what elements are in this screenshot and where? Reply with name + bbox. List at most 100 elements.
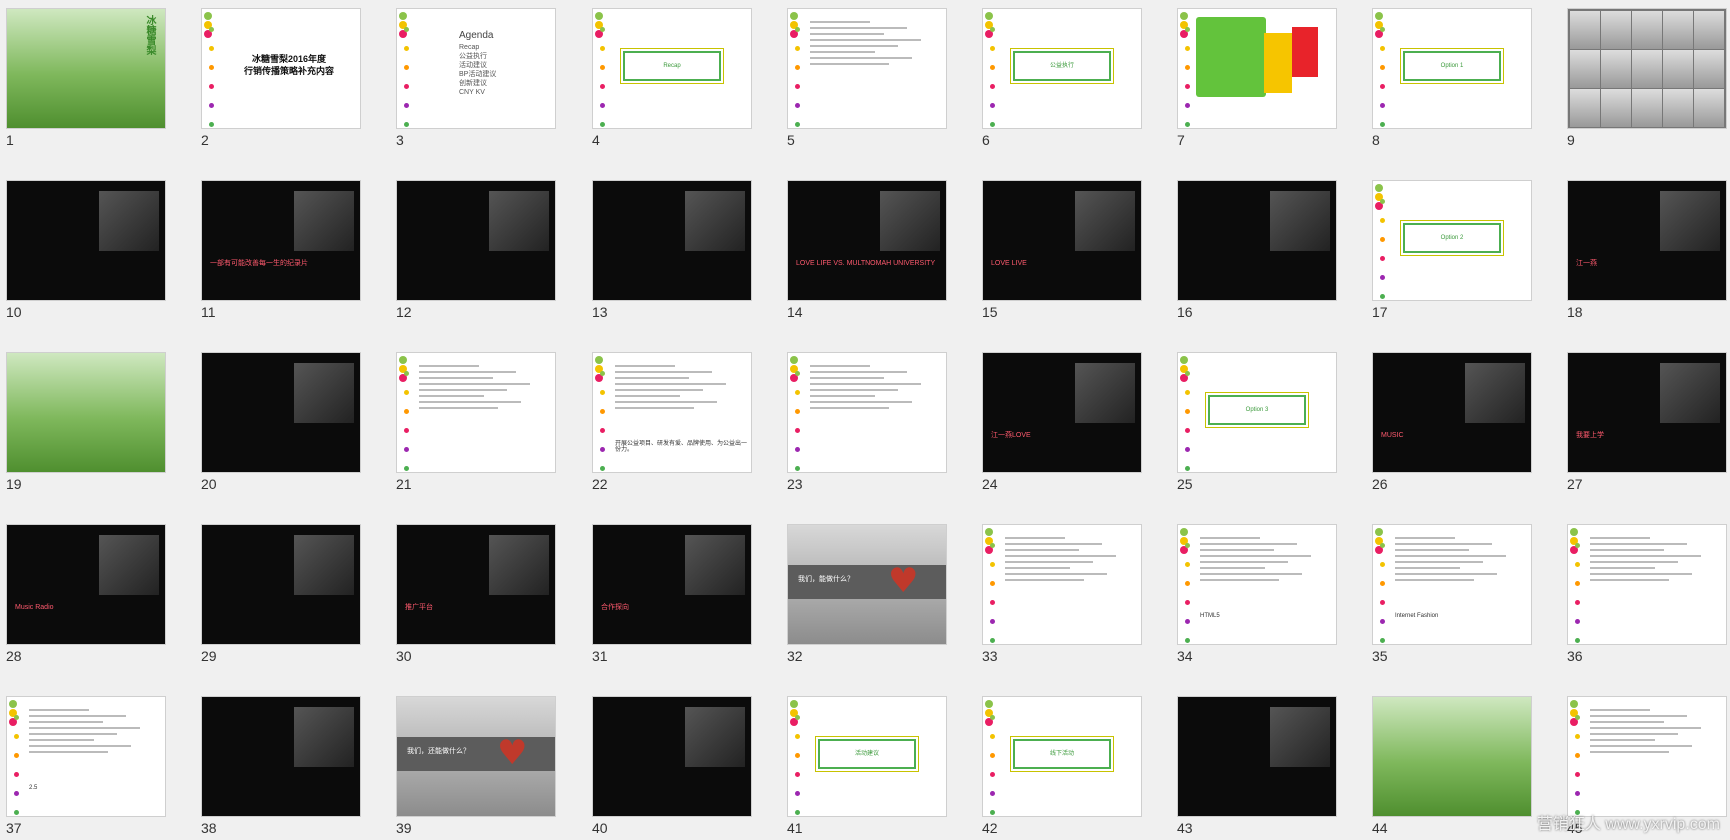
- slide-number: 3: [396, 132, 404, 148]
- slide-caption: 开展公益项目、研发有爱、品牌使用、为公益出一份力。: [615, 441, 748, 453]
- slide-image: [685, 707, 745, 767]
- slide-number: 11: [201, 304, 216, 320]
- slide-image: [294, 707, 354, 767]
- slide-number: 38: [201, 820, 217, 836]
- slide-dots: [1185, 543, 1191, 643]
- slide-thumbnail[interactable]: [592, 696, 752, 817]
- slide-dots: [795, 371, 801, 471]
- slide-image: [685, 535, 745, 595]
- slide-text-block: [810, 365, 936, 413]
- slide-image: [880, 191, 940, 251]
- slide-number: 9: [1567, 132, 1575, 148]
- slide-thumbnail[interactable]: [396, 352, 556, 473]
- slide-image: [294, 191, 354, 251]
- slide-thumbnail[interactable]: LOVE LIFE VS. MULTNOMAH UNIVERSITY: [787, 180, 947, 301]
- slide-caption: 江一燕LOVE: [991, 432, 1031, 439]
- face-image: [1632, 11, 1662, 49]
- watermark: 营销狂人 www.yxrvip.com: [1536, 816, 1720, 833]
- slide-thumbnail[interactable]: Agenda Recap 公益执行 活动建议 BP活动建议 创新建议 CNY KV: [396, 8, 556, 129]
- slide-number: 25: [1177, 476, 1193, 492]
- slide-number: 35: [1372, 648, 1388, 664]
- slide-thumbnail[interactable]: 推广平台: [396, 524, 556, 645]
- slide-number: 37: [6, 820, 22, 836]
- diagram-red: [1292, 27, 1318, 77]
- slide-dots: [1575, 715, 1581, 815]
- slide-number: 15: [982, 304, 998, 320]
- slide-thumbnail[interactable]: Option 1: [1372, 8, 1532, 129]
- slide-number: 40: [592, 820, 608, 836]
- slide-thumbnail[interactable]: 江一燕: [1567, 180, 1727, 301]
- slide-thumbnail[interactable]: 我们，能做什么？ ♥: [787, 524, 947, 645]
- slide-thumbnail[interactable]: [1177, 180, 1337, 301]
- slide-image: [294, 363, 354, 423]
- slide-number: 29: [201, 648, 217, 664]
- slide-thumbnail[interactable]: 2.5: [6, 696, 166, 817]
- slide-thumbnail[interactable]: [592, 180, 752, 301]
- slide-dots: [1185, 27, 1191, 127]
- slide-thumbnail[interactable]: Music Radio: [6, 524, 166, 645]
- slide-thumbnail[interactable]: 一部有可能改善每一生的纪录片: [201, 180, 361, 301]
- face-image: [1601, 50, 1631, 88]
- slide-number: 2: [201, 132, 209, 148]
- slide-number: 22: [592, 476, 608, 492]
- slide-thumbnail[interactable]: Option 3: [1177, 352, 1337, 473]
- slide-thumbnail[interactable]: 江一燕LOVE: [982, 352, 1142, 473]
- slide-caption: LOVE LIVE: [991, 260, 1027, 267]
- slide-thumbnail[interactable]: 线下活动: [982, 696, 1142, 817]
- slide-thumbnail[interactable]: [787, 8, 947, 129]
- slide-thumbnail[interactable]: MUSIC: [1372, 352, 1532, 473]
- slide-thumbnail[interactable]: [1372, 696, 1532, 817]
- slide-image: [489, 535, 549, 595]
- slide-number: 5: [787, 132, 795, 148]
- slide-thumbnail[interactable]: [201, 524, 361, 645]
- slide-dots: [1380, 27, 1386, 127]
- slide-number: 31: [592, 648, 608, 664]
- section-box: 公益执行: [1013, 51, 1111, 81]
- slide-thumbnail[interactable]: [6, 180, 166, 301]
- slide-thumbnail[interactable]: 公益执行: [982, 8, 1142, 129]
- slide-thumbnail[interactable]: HTML5: [1177, 524, 1337, 645]
- slide-thumbnail[interactable]: [201, 696, 361, 817]
- slide-thumbnail[interactable]: 合作探向: [592, 524, 752, 645]
- face-image: [1570, 50, 1600, 88]
- agenda-item: CNY KV: [459, 89, 485, 96]
- slide-thumbnail[interactable]: 活动建议: [787, 696, 947, 817]
- slide-thumbnail[interactable]: Recap: [592, 8, 752, 129]
- slide-number: 44: [1372, 820, 1388, 836]
- slide-thumbnail[interactable]: [201, 352, 361, 473]
- slide-thumbnail[interactable]: 我们，还能做什么？ ♥: [396, 696, 556, 817]
- face-image: [1632, 50, 1662, 88]
- slide-image: [1660, 191, 1720, 251]
- slide-number: 19: [6, 476, 22, 492]
- slide-thumbnail[interactable]: 冰糖雪梨: [6, 8, 166, 129]
- slide-number: 36: [1567, 648, 1583, 664]
- slide-thumbnail[interactable]: [787, 352, 947, 473]
- slide-thumbnail[interactable]: [1567, 524, 1727, 645]
- slide-thumbnail[interactable]: [1567, 696, 1727, 817]
- slide-thumbnail[interactable]: [1567, 8, 1727, 129]
- agenda-item: 公益执行: [459, 53, 487, 60]
- slide-thumbnail[interactable]: Internet Fashion: [1372, 524, 1532, 645]
- slide-thumbnail[interactable]: 开展公益项目、研发有爱、品牌使用、为公益出一份力。: [592, 352, 752, 473]
- slide-dots: [795, 715, 801, 815]
- slide-caption: LOVE LIFE VS. MULTNOMAH UNIVERSITY: [796, 260, 936, 267]
- face-image: [1601, 89, 1631, 127]
- slide-thumbnail[interactable]: [6, 352, 166, 473]
- slide-dots: [404, 371, 410, 471]
- slide-thumbnail[interactable]: Option 2: [1372, 180, 1532, 301]
- slide-text-block: [29, 709, 155, 757]
- slide-thumbnail[interactable]: [1177, 8, 1337, 129]
- slide-caption: 冰糖雪梨: [144, 15, 155, 55]
- slide-thumbnail[interactable]: [396, 180, 556, 301]
- slide-thumbnail[interactable]: 我要上学: [1567, 352, 1727, 473]
- face-image: [1663, 50, 1693, 88]
- slide-text-block: [615, 365, 741, 413]
- slide-thumbnail[interactable]: 冰糖雪梨2016年度 行销传播策略补充内容: [201, 8, 361, 129]
- slide-caption: 我们，还能做什么？: [407, 748, 470, 755]
- slide-dots: [209, 27, 215, 127]
- slide-thumbnail[interactable]: [982, 524, 1142, 645]
- slide-thumbnail[interactable]: [1177, 696, 1337, 817]
- section-box: Option 3: [1208, 395, 1306, 425]
- slide-image: [99, 191, 159, 251]
- slide-thumbnail[interactable]: LOVE LIVE: [982, 180, 1142, 301]
